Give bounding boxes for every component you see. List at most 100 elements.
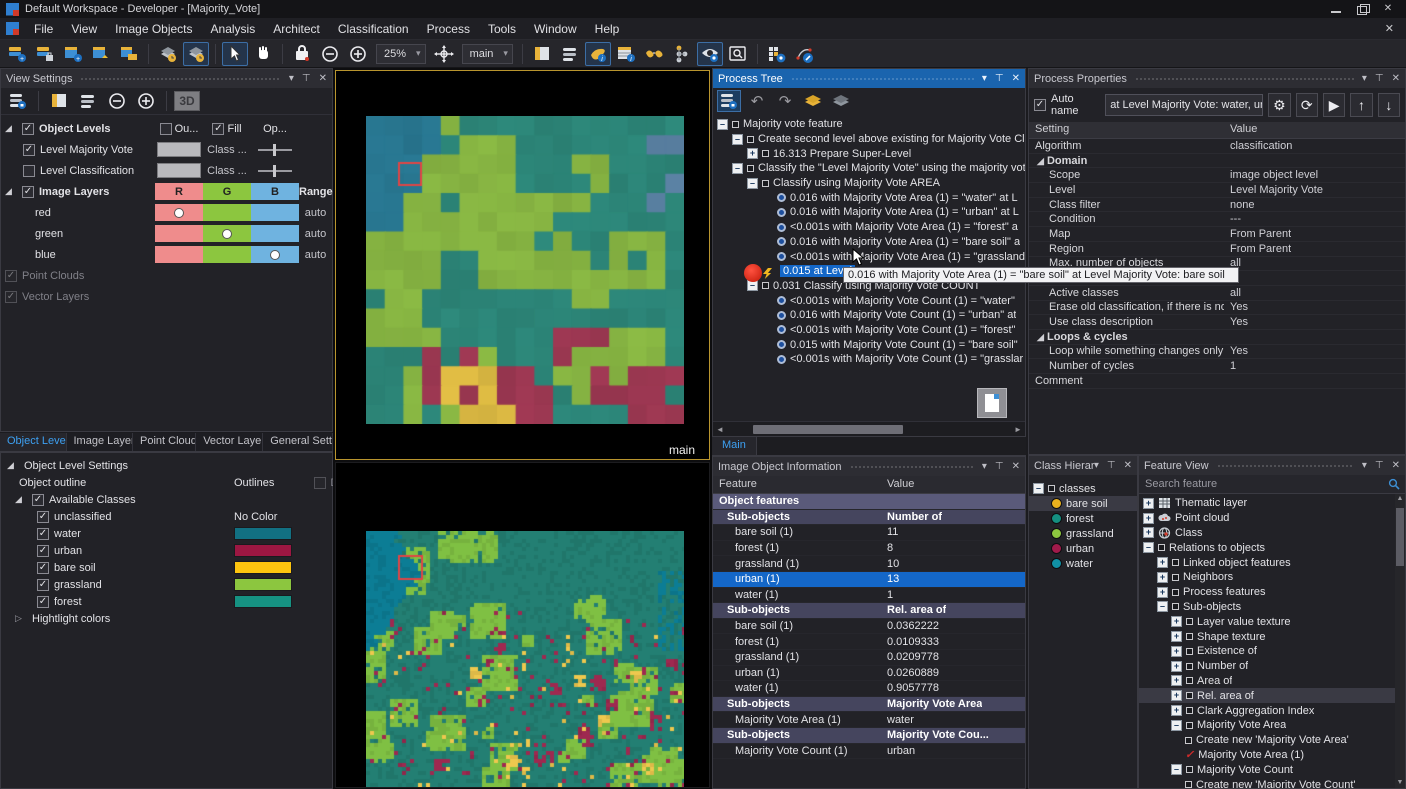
ioi-item-row[interactable]: water (1)1 [713,588,1025,604]
available-classes-checkbox[interactable] [32,494,44,506]
property-row[interactable]: Comment [1029,374,1405,389]
class-item-urban[interactable]: urban [1029,541,1137,556]
manage-settings-button[interactable] [764,42,790,66]
view-3d-button[interactable]: 3D [174,91,200,111]
ioi-item-row[interactable]: grassland (1)0.0209778 [713,650,1025,666]
property-row[interactable]: Number of cycles1 [1029,359,1405,374]
close-icon[interactable]: ✕ [1012,462,1020,472]
property-row[interactable]: RegionFrom Parent [1029,242,1405,257]
single-layer-button[interactable] [46,89,72,113]
channel-assignment-radio[interactable] [174,208,184,218]
layer-plus-button[interactable] [133,89,159,113]
class-item-grassland[interactable]: grassland [1029,526,1137,541]
feature-row[interactable]: +Process features [1139,585,1405,600]
classification-map-coarse[interactable] [366,116,684,424]
process-row[interactable]: <0.001s with Majority Vote Area (1) = "f… [713,220,1025,235]
feature-row[interactable]: Create new 'Majority Vote Count' [1139,777,1405,788]
feature-row[interactable]: +Shape texture [1139,629,1405,644]
show-classification-button[interactable]: i [585,42,611,66]
process-row[interactable]: –Majority vote feature [713,117,1025,132]
map-select[interactable]: main▾ [462,44,513,64]
feature-row[interactable]: +Area of [1139,674,1405,689]
level-checkbox[interactable] [23,165,35,177]
property-row[interactable]: Use class descriptionYes [1029,315,1405,330]
image-layers-checkbox[interactable] [22,186,34,198]
ioi-item-row[interactable]: forest (1)8 [713,541,1025,557]
class-checkbox[interactable] [37,579,49,591]
menu-architect[interactable]: Architect [264,19,329,39]
panel-menu-icon[interactable]: ▾ [1362,74,1367,84]
vertical-scrollbar[interactable]: ▲ ▼ [1395,494,1405,788]
expander-icon[interactable]: – [732,134,743,145]
expander-icon[interactable]: + [1143,527,1154,538]
property-row[interactable]: Algorithmclassification [1029,139,1405,154]
undo-button[interactable]: ↶ [745,90,769,112]
class-row-unclassified[interactable]: unclassifiedNo Color [1,508,332,525]
process-row[interactable]: 0.016 with Majority Vote Area (1) = "wat… [713,190,1025,205]
feature-row[interactable]: Create new 'Majority Vote Area' [1139,733,1405,748]
process-row[interactable]: –Create second level above existing for … [713,132,1025,147]
ioi-item-row[interactable]: Majority Vote Area (1)water [713,712,1025,728]
split-view-button[interactable] [529,42,555,66]
process-row[interactable]: <0.001s with Majority Vote Count (1) = "… [713,352,1025,367]
expander-icon[interactable]: ▷ [15,613,27,624]
classes-root-row[interactable]: –classes [1029,481,1137,496]
expander-icon[interactable]: – [747,280,758,291]
pan-tool-button[interactable] [250,42,276,66]
feature-row[interactable]: +Class [1139,526,1405,541]
close-icon[interactable]: ✕ [1012,74,1020,84]
property-row[interactable]: Loop while something changes onlyYes [1029,345,1405,360]
expander-icon[interactable]: ◢ [1037,332,1044,342]
class-item-forest[interactable]: forest [1029,511,1137,526]
import-scene-button[interactable] [116,42,142,66]
expander-icon[interactable]: – [1171,720,1182,731]
classification-map-fine[interactable] [366,531,684,787]
class-color-label[interactable]: Class ... [207,144,247,156]
expander-icon[interactable]: + [1143,498,1154,509]
zoom-preview-button[interactable] [725,42,751,66]
class-row-bare-soil[interactable]: bare soil [1,559,332,576]
feature-row[interactable]: +Rel. area of [1139,688,1405,703]
expander-icon[interactable]: – [1143,542,1154,553]
expander-icon[interactable]: ◢ [15,494,27,505]
mix-layers-button[interactable] [75,89,101,113]
add-map-button[interactable]: + [60,42,86,66]
disabled-checkbox[interactable] [5,291,17,303]
property-row[interactable]: ◢ Domain [1029,154,1405,169]
feature-row[interactable]: +Existence of [1139,644,1405,659]
property-row[interactable]: MapFrom Parent [1029,227,1405,242]
pin-icon[interactable]: ⊤ [995,462,1004,472]
image-view-button[interactable] [155,42,181,66]
menu-process[interactable]: Process [418,19,479,39]
pin-icon[interactable]: ⊤ [302,74,311,84]
process-row[interactable]: <0.001s with Majority Vote Area (1) = "g… [713,249,1025,264]
close-icon[interactable]: ✕ [1392,461,1400,471]
class-color-swatch[interactable] [234,578,292,591]
feature-row[interactable]: +Point cloud [1139,511,1405,526]
area-zoom-button[interactable] [289,42,315,66]
view-settings-button[interactable] [697,42,723,66]
tab-vector-layers[interactable]: Vector Layers [196,433,263,451]
ioi-item-row[interactable]: Majority Vote Count (1)urban [713,744,1025,760]
update-process-button[interactable]: ⟳ [1296,93,1318,117]
class-color-swatch[interactable] [234,527,292,540]
expander-icon[interactable]: + [1143,513,1154,524]
expander-icon[interactable]: ◢ [1037,156,1044,166]
move-down-button[interactable]: ↓ [1378,93,1400,117]
expander-icon[interactable]: – [1033,483,1044,494]
property-row[interactable]: Condition--- [1029,212,1405,227]
ioi-item-row[interactable]: forest (1)0.0109333 [713,634,1025,650]
ioi-item-row[interactable]: bare soil (1)11 [713,525,1025,541]
tab-image-layers[interactable]: Image Layers [67,433,134,451]
menu-help[interactable]: Help [586,19,629,39]
zoom-in-button[interactable] [345,42,371,66]
scrollbar-thumb[interactable] [1396,508,1404,566]
expander-icon[interactable]: ◢ [5,186,17,197]
menu-analysis[interactable]: Analysis [202,19,265,39]
expander-icon[interactable]: + [1157,557,1168,568]
side-by-side-button[interactable] [557,42,583,66]
panel-menu-icon[interactable]: ▾ [1094,461,1099,471]
expander-icon[interactable]: + [1157,572,1168,583]
map-view-main[interactable]: main [335,70,710,460]
move-up-button[interactable]: ↑ [1350,93,1372,117]
